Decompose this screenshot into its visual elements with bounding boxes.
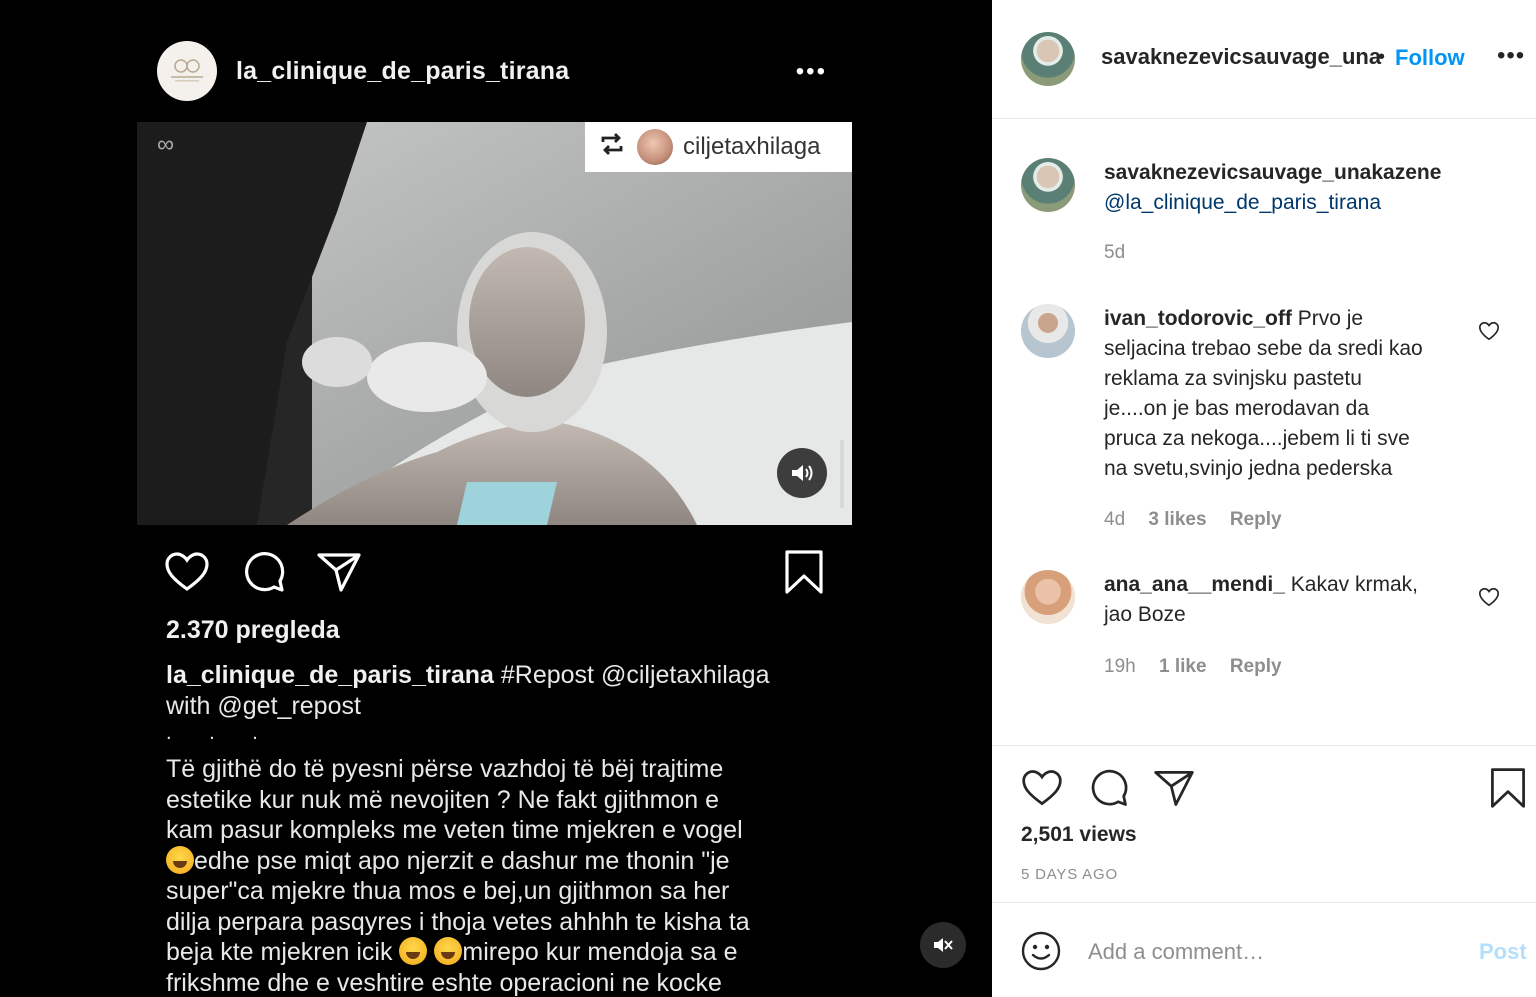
repost-user-avatar bbox=[637, 129, 673, 165]
comment-line: seljacina trebao sebe da sredi kao bbox=[1104, 337, 1423, 360]
comment-meta: 4d 3 likes Reply bbox=[1104, 509, 1300, 531]
comment-body-text: Kakav krmak, bbox=[1284, 573, 1418, 596]
comment-bubble-icon[interactable] bbox=[1087, 766, 1131, 810]
caption-body-text: beja kte mjekren icik bbox=[166, 938, 400, 966]
video-frame-image: ∞ bbox=[137, 122, 852, 525]
right-more-options-icon[interactable]: ••• bbox=[1497, 42, 1525, 70]
owner-comment-mention[interactable]: @la_clinique_de_paris_tirana bbox=[1104, 188, 1464, 218]
instagram-post-screenshot: la_clinique_de_paris_tirana ••• ∞ ciljet… bbox=[0, 0, 1536, 997]
like-heart-icon[interactable] bbox=[163, 548, 211, 596]
left-more-options-icon[interactable]: ••• bbox=[796, 58, 827, 86]
follow-button[interactable]: Follow bbox=[1395, 45, 1465, 71]
caption-repost-text: #Repost @ciljetaxhilaga bbox=[500, 661, 770, 689]
comment-body-text: Prvo je bbox=[1291, 307, 1364, 330]
caption-body-line: frikshme dhe e veshtire eshte operacioni… bbox=[166, 968, 722, 997]
comment-line: jao Boze bbox=[1104, 603, 1186, 626]
bookmark-save-icon[interactable] bbox=[1486, 766, 1530, 810]
commenter-avatar[interactable] bbox=[1021, 304, 1075, 358]
comment-text: ivan_todorovic_off Prvo je seljacina tre… bbox=[1104, 304, 1464, 484]
left-post-view: la_clinique_de_paris_tirana ••• ∞ ciljet… bbox=[0, 0, 992, 997]
laughing-emoji-icon bbox=[166, 845, 194, 874]
author-username[interactable]: savaknezevicsauvage_una bbox=[1101, 44, 1381, 70]
repost-icon bbox=[599, 132, 629, 163]
laughing-emoji-icon bbox=[399, 937, 428, 965]
comment-line: je....on je bas merodavan da bbox=[1104, 397, 1370, 420]
caption-body: Të gjithë do të pyesni përse vazhdoj të … bbox=[166, 754, 836, 997]
caption-body-line: estetike kur nuk më nevojiten ? Ne fakt … bbox=[166, 785, 720, 814]
caption-with-line: with @get_repost bbox=[166, 692, 361, 720]
comment-time: 4d bbox=[1104, 509, 1126, 530]
right-action-bar: 2,501 views 5 DAYS AGO bbox=[992, 745, 1536, 902]
caption-body-line: kam pasur kompleks me veten time mjekren… bbox=[166, 816, 743, 844]
comment-meta: 19h 1 like Reply bbox=[1104, 656, 1300, 678]
owner-comment-time: 5d bbox=[1104, 242, 1126, 263]
comments-list: savaknezevicsauvage_unakazene @la_cliniq… bbox=[992, 120, 1536, 745]
commenter-username[interactable]: ana_ana__mendi_ bbox=[1104, 573, 1285, 596]
comment-time: 19h bbox=[1104, 656, 1136, 677]
add-comment-input[interactable]: Add a comment… bbox=[1088, 939, 1264, 965]
caption-body-line: beja kte mjekren icik mirepo kur mendoja… bbox=[166, 937, 836, 968]
comment-like-heart-icon[interactable] bbox=[1478, 320, 1500, 342]
comment-line: na svetu,svinjo jedna pederska bbox=[1104, 457, 1393, 480]
header-separator: • bbox=[1378, 46, 1386, 68]
add-comment-bar: Add a comment… Post bbox=[992, 902, 1536, 997]
right-views-count: 2,501 views bbox=[1021, 823, 1137, 846]
left-post-username[interactable]: la_clinique_de_paris_tirana bbox=[236, 57, 569, 86]
repost-tag[interactable]: ciljetaxhilaga bbox=[585, 122, 852, 172]
post-comment-button[interactable]: Post bbox=[1479, 939, 1527, 965]
share-paper-plane-icon[interactable] bbox=[315, 548, 363, 596]
owner-comment-meta: 5d bbox=[1104, 242, 1143, 264]
caption-body-line: edhe pse miqt apo njerzit e dashur me th… bbox=[166, 845, 836, 877]
comment-reply-button[interactable]: Reply bbox=[1230, 509, 1282, 530]
comment-line: ivan_todorovic_off Prvo je bbox=[1104, 304, 1464, 334]
owner-avatar[interactable] bbox=[1021, 158, 1075, 212]
caption-body-text: mirepo kur mendoja sa e bbox=[462, 938, 738, 966]
clinic-logo-icon bbox=[171, 59, 203, 82]
svg-text:∞: ∞ bbox=[157, 131, 174, 158]
share-paper-plane-icon[interactable] bbox=[1152, 766, 1196, 810]
volume-button[interactable] bbox=[777, 448, 827, 498]
emoji-smile-icon[interactable] bbox=[1020, 930, 1062, 972]
clinic-avatar[interactable] bbox=[157, 41, 217, 101]
speaker-icon bbox=[792, 465, 813, 481]
like-heart-icon[interactable] bbox=[1020, 766, 1064, 810]
owner-comment-username[interactable]: savaknezevicsauvage_unakazene bbox=[1104, 158, 1464, 188]
commenter-avatar[interactable] bbox=[1021, 570, 1075, 624]
volume-slider[interactable] bbox=[840, 440, 844, 508]
left-views-count: 2.370 pregleda bbox=[166, 616, 340, 644]
comment-like-heart-icon[interactable] bbox=[1478, 586, 1500, 608]
post-video[interactable]: ∞ ciljetaxhilaga bbox=[137, 122, 852, 525]
comment-bubble-icon[interactable] bbox=[240, 548, 288, 596]
caption-first-line: la_clinique_de_paris_tirana #Repost @cil… bbox=[166, 660, 836, 691]
repost-username: ciljetaxhilaga bbox=[683, 133, 821, 160]
right-comments-panel: savaknezevicsauvage_una • Follow ••• sav… bbox=[992, 0, 1536, 997]
left-action-bar bbox=[163, 548, 828, 598]
comment-reply-button[interactable]: Reply bbox=[1230, 656, 1282, 677]
muted-speaker-icon bbox=[934, 938, 953, 952]
comment-line: ana_ana__mendi_ Kakav krmak, bbox=[1104, 570, 1464, 600]
comment-line: reklama za svinjsku pastetu bbox=[1104, 367, 1362, 390]
post-date: 5 DAYS AGO bbox=[1021, 866, 1118, 883]
caption-body-text: edhe pse miqt apo njerzit e dashur me th… bbox=[194, 846, 730, 875]
laughing-emoji-icon bbox=[434, 937, 463, 965]
bookmark-save-icon[interactable] bbox=[780, 548, 828, 596]
author-avatar[interactable] bbox=[1021, 32, 1075, 86]
commenter-username[interactable]: ivan_todorovic_off bbox=[1104, 307, 1292, 330]
caption-body-line: dilja perpara pasqyres i thoja vetes ahh… bbox=[166, 907, 750, 936]
comment-likes[interactable]: 1 like bbox=[1159, 656, 1207, 677]
mute-button[interactable] bbox=[920, 922, 966, 968]
caption-body-line: Të gjithë do të pyesni përse vazhdoj të … bbox=[166, 755, 724, 783]
comment-text: ana_ana__mendi_ Kakav krmak, jao Boze bbox=[1104, 570, 1464, 630]
caption-body-line: super"ca mjekre thua mos e bej,un gjithm… bbox=[166, 877, 730, 905]
comment-likes[interactable]: 3 likes bbox=[1148, 509, 1206, 530]
left-post-header: la_clinique_de_paris_tirana ••• bbox=[157, 40, 837, 102]
caption-dots: . . . bbox=[166, 722, 274, 744]
right-post-header: savaknezevicsauvage_una • Follow ••• bbox=[992, 0, 1536, 119]
post-caption: la_clinique_de_paris_tirana #Repost @cil… bbox=[166, 660, 836, 997]
owner-comment-text: savaknezevicsauvage_unakazene @la_cliniq… bbox=[1104, 158, 1464, 218]
comment-line: pruca za nekoga....jebem li ti sve bbox=[1104, 427, 1410, 450]
caption-username[interactable]: la_clinique_de_paris_tirana bbox=[166, 661, 494, 689]
